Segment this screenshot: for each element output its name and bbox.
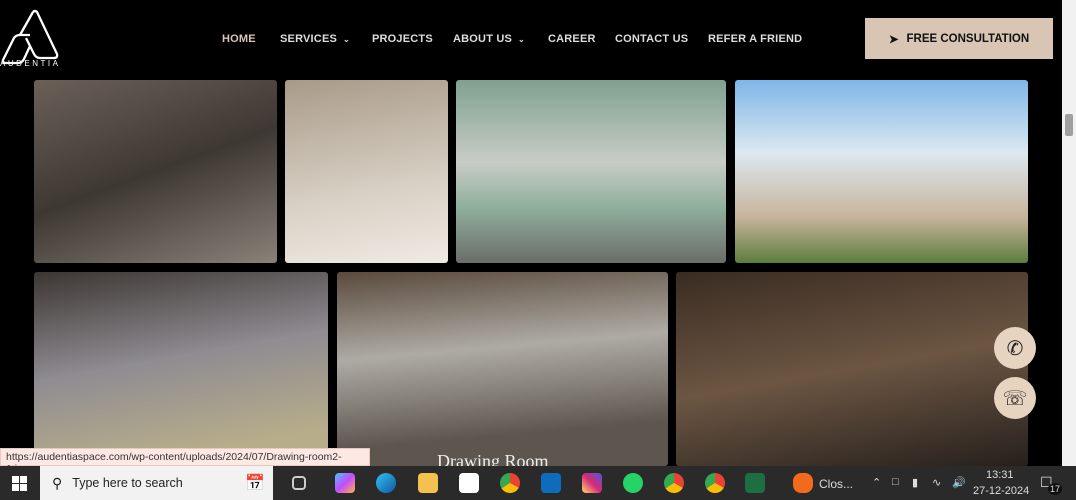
gallery-image-kitchen[interactable] [456, 80, 726, 263]
nav-about-us[interactable]: ABOUT US ⌄ [453, 33, 525, 45]
gallery-image-dining-room[interactable] [676, 272, 1028, 466]
chrome-active-icon[interactable] [705, 473, 725, 493]
chrome-profile-icon[interactable] [500, 473, 520, 493]
edge-icon[interactable] [376, 473, 396, 493]
copilot-icon[interactable] [335, 473, 355, 493]
nav-label: PROJECTS [372, 33, 433, 45]
clock-time[interactable]: 13:31 [986, 469, 1014, 481]
wifi-icon[interactable]: ∿ [932, 476, 941, 489]
nav-projects[interactable]: PROJECTS [372, 33, 433, 45]
nav-label: HOME [222, 33, 256, 45]
calendar-icon: 📅 [245, 475, 265, 492]
app-alert-icon[interactable] [793, 473, 813, 493]
chrome-icon-2[interactable] [664, 473, 684, 493]
nav-contact-us[interactable]: CONTACT US [615, 33, 688, 45]
call-button[interactable]: ☏ [994, 377, 1036, 419]
battery-icon[interactable]: ▮ [912, 476, 918, 489]
nav-career[interactable]: CAREER [548, 33, 596, 45]
volume-icon[interactable]: 🔊 [952, 476, 966, 489]
task-view-icon[interactable] [292, 476, 306, 490]
nav-label: CAREER [548, 33, 596, 45]
chevron-down-icon: ⌄ [518, 35, 525, 44]
scrollbar-thumb[interactable] [1065, 114, 1073, 136]
notification-count: 17 [1048, 483, 1063, 495]
nav-label: CONTACT US [615, 33, 689, 45]
meet-icon[interactable]: □ [892, 476, 899, 488]
app-label[interactable]: Clos... [819, 477, 853, 491]
instagram-icon[interactable] [582, 473, 602, 493]
whatsapp-button[interactable]: ✆ [994, 327, 1036, 369]
excel-icon[interactable] [745, 473, 765, 493]
nav-refer-a-friend[interactable]: REFER A FRIEND [708, 33, 802, 45]
clock-date[interactable]: 27-12-2024 [973, 485, 1029, 497]
nav-label: SERVICES [280, 33, 338, 45]
page-scrollbar[interactable] [1062, 0, 1076, 466]
gallery-image-bedroom-2[interactable] [34, 272, 328, 466]
outlook-icon[interactable] [541, 473, 561, 493]
search-placeholder: Type here to search [72, 476, 183, 490]
gallery-image-drawing-room[interactable]: Drawing Room [337, 272, 668, 466]
search-icon: ⚲ [52, 474, 63, 491]
whatsapp-icon: ✆ [1006, 337, 1024, 360]
show-hidden-icons[interactable]: ⌃ [872, 476, 881, 489]
cta-label: FREE CONSULTATION [906, 32, 1030, 45]
gallery-image-bedroom[interactable] [34, 80, 277, 263]
taskbar-search[interactable]: ⚲ Type here to search 📅 [40, 466, 273, 500]
status-url-bar: https://audentiaspace.com/wp-content/upl… [0, 448, 370, 475]
nav-label: REFER A FRIEND [708, 33, 803, 45]
microsoft-store-icon[interactable] [459, 473, 479, 493]
whatsapp-app-icon[interactable] [623, 473, 643, 493]
logo-text: AUDENTIA [0, 59, 61, 68]
image-caption: Drawing Room [437, 451, 549, 466]
file-explorer-icon[interactable] [418, 473, 438, 493]
site-header: AUDENTIA HOME SERVICES ⌄ PROJECTS ABOUT U… [0, 0, 1062, 80]
windows-taskbar: ⚲ Type here to search 📅 Clos... ⌃ □ ▮ ∿ 🔊 … [0, 466, 1076, 500]
free-consultation-button[interactable]: ➤ FREE CONSULTATION [865, 18, 1053, 59]
phone-icon: ☏ [1002, 387, 1028, 410]
send-icon: ➤ [888, 33, 899, 46]
nav-services[interactable]: SERVICES ⌄ [280, 33, 350, 45]
windows-start-icon[interactable] [12, 476, 27, 491]
chevron-down-icon: ⌄ [343, 35, 350, 44]
nav-label: ABOUT US [453, 33, 513, 45]
nav-home[interactable]: HOME [222, 33, 256, 45]
gallery-image-living-room[interactable] [285, 80, 448, 263]
gallery-image-house-exterior[interactable] [735, 80, 1028, 263]
